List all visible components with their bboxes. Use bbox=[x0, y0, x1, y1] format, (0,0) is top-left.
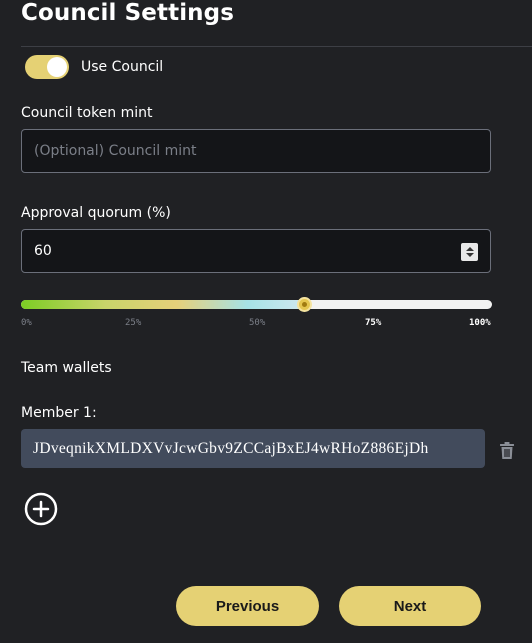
stepper-up-icon[interactable] bbox=[465, 247, 474, 251]
slider-tick-label: 25% bbox=[125, 318, 142, 328]
council-mint-input[interactable]: (Optional) Council mint bbox=[21, 129, 491, 173]
slider-tick-label: 0% bbox=[21, 318, 32, 328]
use-council-label: Use Council bbox=[81, 59, 164, 75]
quorum-slider-fill bbox=[21, 300, 304, 309]
trash-icon[interactable] bbox=[499, 442, 515, 460]
use-council-toggle[interactable] bbox=[25, 55, 69, 79]
toggle-knob bbox=[47, 57, 67, 77]
add-member-icon[interactable] bbox=[24, 492, 58, 526]
member-address-input[interactable]: JDveqnikXMLDXVvJcwGbv9ZCCajBxEJ4wRHoZ886… bbox=[21, 429, 485, 468]
quorum-slider-thumb[interactable] bbox=[297, 297, 313, 312]
approval-quorum-label: Approval quorum (%) bbox=[21, 205, 171, 221]
stepper-down-icon[interactable] bbox=[465, 253, 474, 257]
member-label: Member 1: bbox=[21, 405, 97, 421]
team-wallets-label: Team wallets bbox=[21, 360, 112, 376]
page-title: Council Settings bbox=[21, 0, 235, 26]
title-divider bbox=[21, 46, 532, 47]
slider-tick-label: 100% bbox=[469, 318, 491, 328]
quorum-stepper[interactable] bbox=[461, 243, 478, 261]
previous-button[interactable]: Previous bbox=[176, 586, 319, 626]
slider-tick-label: 50% bbox=[249, 318, 266, 328]
slider-tick-label: 75% bbox=[365, 318, 382, 328]
council-mint-placeholder: (Optional) Council mint bbox=[34, 143, 197, 159]
next-button[interactable]: Next bbox=[339, 586, 481, 626]
quorum-slider-track[interactable] bbox=[21, 300, 492, 309]
council-mint-label: Council token mint bbox=[21, 105, 153, 121]
member-address-value: JDveqnikXMLDXVvJcwGbv9ZCCajBxEJ4wRHoZ886… bbox=[33, 439, 429, 457]
approval-quorum-input[interactable]: 60 bbox=[21, 229, 491, 273]
approval-quorum-value: 60 bbox=[34, 243, 52, 259]
